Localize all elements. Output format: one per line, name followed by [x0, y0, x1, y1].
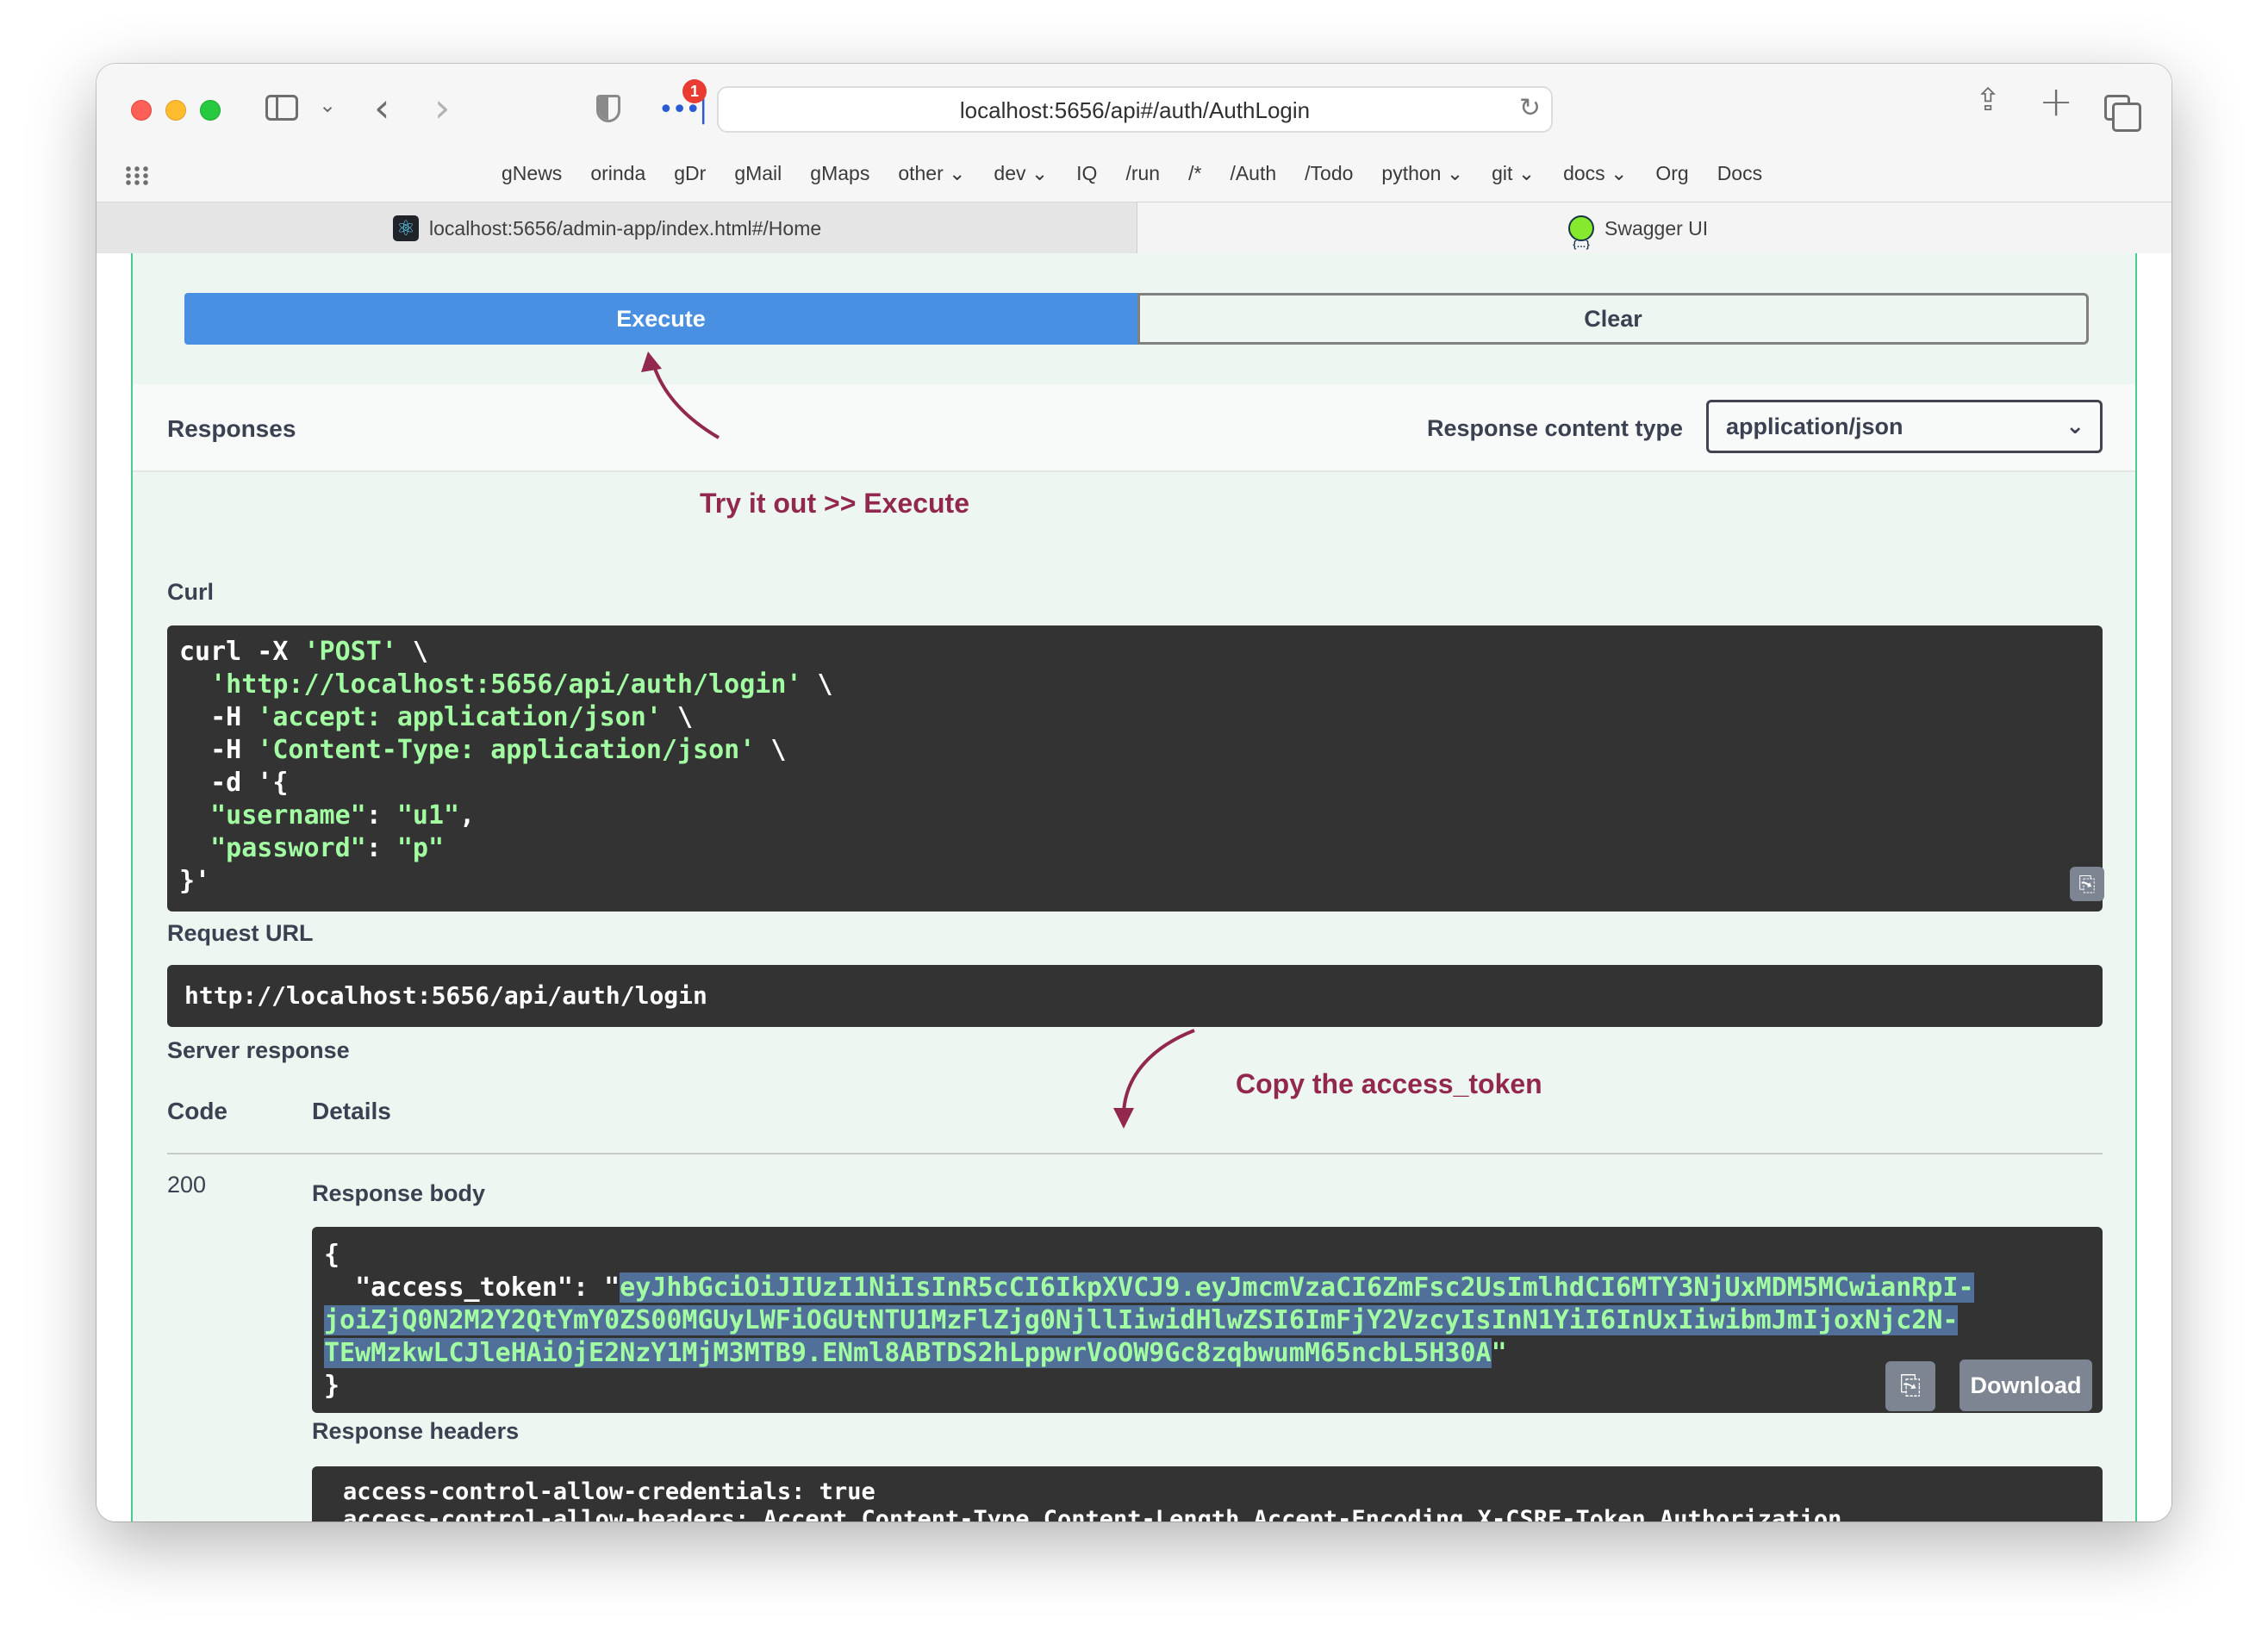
tab-label: Swagger UI [1604, 217, 1709, 240]
page-content: Execute Clear Responses Response content… [97, 253, 2171, 1521]
favorite-item[interactable]: /Todo [1305, 162, 1353, 185]
reload-icon[interactable]: ↻ [1519, 93, 1541, 123]
zoom-window-button[interactable] [200, 100, 221, 121]
curl-line: -H 'Content-Type: application/json' \ [179, 735, 787, 765]
curl-line: curl -X 'POST' \ [179, 637, 428, 667]
favorite-item[interactable]: other ⌄ [898, 162, 965, 185]
execute-annotation: Try it out >> Execute [700, 488, 969, 519]
favorite-item[interactable]: python ⌄ [1381, 162, 1463, 185]
back-icon[interactable]: ‹ [374, 84, 389, 131]
table-divider [167, 1153, 2103, 1154]
browser-window: ⌄ ‹ › •••| 1 localhost:5656/api#/auth/Au… [97, 64, 2171, 1521]
body-close-quote: " [1491, 1338, 1507, 1368]
request-url-block: http://localhost:5656/api/auth/login [167, 965, 2103, 1027]
curl-line: "username": "u1", [210, 800, 476, 831]
url-text[interactable]: localhost:5656/api#/auth/AuthLogin [719, 88, 1551, 133]
responses-header: Responses Response content type applicat… [133, 384, 2135, 472]
clipboard-icon[interactable]: ⎘ [2070, 867, 2104, 901]
forward-icon[interactable]: › [434, 84, 450, 131]
request-url-label: Request URL [167, 920, 314, 946]
sidebar-icon[interactable] [265, 95, 298, 121]
response-body-block[interactable]: { "access_token": "eyJhbGciOiJIUzI1NiIsI… [312, 1227, 2103, 1413]
response-body-label: Response body [312, 1180, 486, 1206]
curl-line: -d '{ [179, 768, 289, 798]
body-close-brace: } [324, 1371, 340, 1401]
favorite-item[interactable]: IQ [1076, 162, 1097, 185]
favorite-item[interactable]: /run [1125, 162, 1160, 185]
favorites-list: gNews orinda gDr gMail gMaps other ⌄ dev ⌄ IQ/r… [502, 162, 1791, 185]
react-icon [393, 215, 419, 241]
favorite-item[interactable]: gMaps [810, 162, 869, 185]
server-response-label: Server response [167, 1037, 350, 1063]
download-button[interactable]: Download [1960, 1360, 2092, 1411]
body-open-brace: { [324, 1240, 340, 1270]
access-token-line-1[interactable]: eyJhbGciOiJIUzI1NiIsInR5cCI6IkpXVCJ9.eyJ… [620, 1273, 1974, 1303]
tab-swagger-ui[interactable]: Swagger UI [1137, 202, 2171, 270]
address-bar[interactable]: localhost:5656/api#/auth/AuthLogin ↻ [717, 86, 1553, 133]
new-tab-icon[interactable]: + [2039, 78, 2073, 126]
browser-toolbar: ⌄ ‹ › •••| 1 localhost:5656/api#/auth/Au… [97, 64, 2171, 150]
responses-title: Responses [167, 415, 296, 442]
favorites-bar: gNews orinda gDr gMail gMaps other ⌄ dev ⌄ IQ/r… [97, 150, 2171, 202]
close-window-button[interactable] [131, 100, 152, 121]
favorite-item[interactable]: git ⌄ [1492, 162, 1535, 185]
grid-icon[interactable] [124, 165, 150, 186]
response-header-line: access-control-allow-credentials: true [343, 1478, 875, 1505]
body-key: "access_token": " [324, 1273, 620, 1303]
response-content-type-select[interactable]: application/json ⌄ [1706, 400, 2103, 453]
favorite-item[interactable]: /Auth [1230, 162, 1276, 185]
details-column-header: Details [312, 1098, 391, 1124]
tab-admin-app[interactable]: localhost:5656/admin-app/index.html#/Hom… [97, 202, 1137, 254]
privacy-shield-icon[interactable] [596, 95, 620, 122]
favorite-item[interactable]: docs ⌄ [1563, 162, 1627, 185]
response-headers-label: Response headers [312, 1418, 520, 1444]
clipboard-icon[interactable]: ⎘ [1885, 1361, 1935, 1411]
curl-code-block: curl -X 'POST' \ 'http://localhost:5656/… [167, 625, 2103, 912]
execute-button[interactable]: Execute [184, 293, 1137, 345]
response-headers-block: access-control-allow-credentials: true ac… [312, 1466, 2103, 1521]
chevron-down-icon: ⌄ [2066, 414, 2084, 439]
clear-button[interactable]: Clear [1137, 293, 2089, 345]
operation-panel: Execute Clear Responses Response content… [131, 253, 2137, 1521]
curl-line: -H 'accept: application/json' \ [179, 702, 694, 732]
minimize-window-button[interactable] [165, 100, 186, 121]
favorite-item[interactable]: gDr [674, 162, 706, 185]
favorite-item[interactable]: /* [1188, 162, 1201, 185]
favorite-item[interactable]: Org [1655, 162, 1688, 185]
response-content-type-label: Response content type [1427, 415, 1684, 441]
token-annotation: Copy the access_token [1236, 1068, 1542, 1099]
curl-line: "password": "p" [210, 833, 445, 863]
tab-overview-icon[interactable] [2104, 95, 2141, 132]
favorite-item[interactable]: orinda [590, 162, 645, 185]
extension-badge: 1 [682, 79, 707, 103]
status-code: 200 [167, 1172, 207, 1198]
response-header-line: access-control-allow-headers: Accept,Con… [343, 1506, 1842, 1521]
tab-label: localhost:5656/admin-app/index.html#/Hom… [429, 217, 822, 240]
tab-bar: localhost:5656/admin-app/index.html#/Hom… [97, 202, 2171, 270]
access-token-line-3[interactable]: TEwMzkwLCJleHAiOjE2NzY1MjM3MTB9.ENml8ABT… [324, 1338, 1492, 1368]
favorite-item[interactable]: gNews [502, 162, 562, 185]
curl-line: 'http://localhost:5656/api/auth/login' \ [210, 669, 833, 700]
favorite-item[interactable]: Docs [1717, 162, 1762, 185]
swagger-icon [1568, 215, 1594, 270]
code-column-header: Code [167, 1098, 227, 1124]
select-value: application/json [1726, 414, 1904, 439]
access-token-line-2[interactable]: joiZjQ0N2M2Y2QtYmY0ZS00MGUyLWFiOGUtNTU1M… [324, 1305, 1959, 1335]
share-icon[interactable]: ⇪ [1975, 83, 2001, 118]
curl-label: Curl [167, 579, 214, 605]
favorite-item[interactable]: dev ⌄ [994, 162, 1048, 185]
curl-line: }' [179, 866, 211, 896]
favorite-item[interactable]: gMail [734, 162, 782, 185]
chevron-down-icon[interactable]: ⌄ [319, 93, 336, 117]
